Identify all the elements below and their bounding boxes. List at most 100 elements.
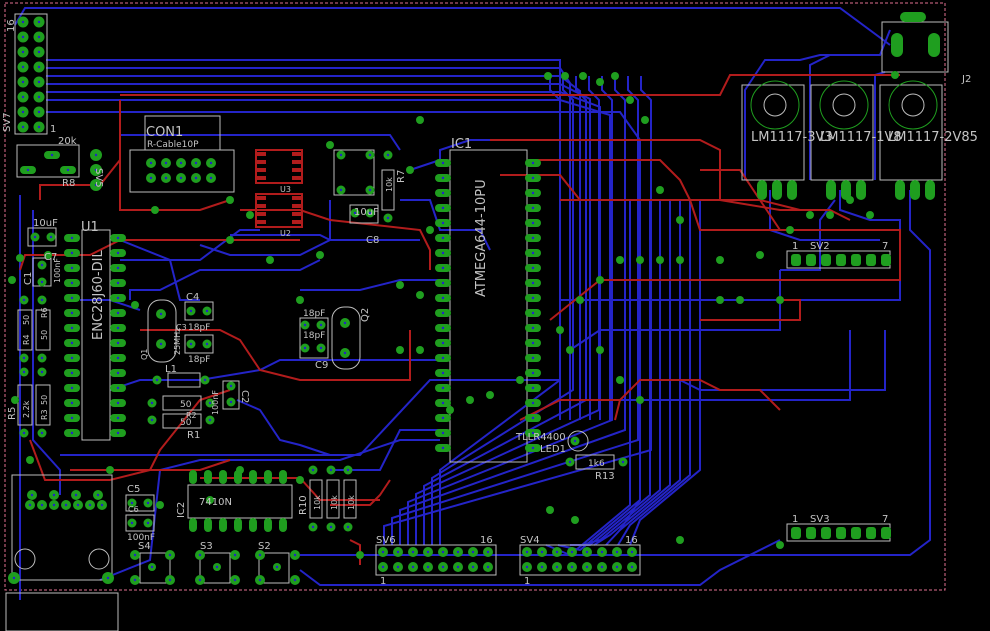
drill xyxy=(21,80,25,84)
pad xyxy=(279,518,287,532)
c9-label: C9 xyxy=(315,360,328,371)
drill xyxy=(116,296,120,300)
drill xyxy=(209,161,213,165)
drill xyxy=(66,168,70,172)
drill xyxy=(26,168,30,172)
rj45-body xyxy=(5,592,119,631)
drill xyxy=(116,281,120,285)
drill xyxy=(22,370,26,374)
drill xyxy=(37,80,41,84)
drill xyxy=(40,298,44,302)
pad xyxy=(189,470,197,484)
drill xyxy=(116,371,120,375)
drill xyxy=(396,565,400,569)
smd-pad xyxy=(292,204,302,208)
drill xyxy=(64,503,68,507)
pad xyxy=(791,527,801,539)
drill xyxy=(50,153,54,157)
drill xyxy=(426,550,430,554)
via xyxy=(636,256,644,264)
drill xyxy=(441,356,445,360)
top-trace xyxy=(700,299,801,321)
drill xyxy=(531,191,535,195)
drill xyxy=(540,565,544,569)
drill xyxy=(531,251,535,255)
r2-value: 50 xyxy=(180,400,192,410)
via xyxy=(486,391,494,399)
via xyxy=(8,276,16,284)
drill xyxy=(130,501,134,505)
drill xyxy=(531,341,535,345)
drill xyxy=(203,378,207,382)
drill xyxy=(531,326,535,330)
drill xyxy=(441,550,445,554)
drill xyxy=(531,386,535,390)
bottom-trace xyxy=(399,76,626,545)
drill xyxy=(52,493,56,497)
drill xyxy=(525,565,529,569)
c1-label: C1 xyxy=(23,272,34,285)
drill xyxy=(116,236,120,240)
drill xyxy=(531,356,535,360)
via xyxy=(576,296,584,304)
r6-value: 50 xyxy=(40,330,49,340)
drill xyxy=(70,401,74,405)
via xyxy=(226,236,234,244)
drill xyxy=(116,311,120,315)
pad xyxy=(891,33,903,57)
drill xyxy=(30,493,34,497)
sv6-pin16: 16 xyxy=(480,535,493,546)
rj45-hole xyxy=(14,548,36,570)
reg1-heatsink-pad xyxy=(750,80,800,130)
pcb-board-view[interactable]: SV7 16 1 20k R8 SV5 CON1 R-Cable10P U3 U… xyxy=(0,0,990,631)
pcb-layout[interactable]: SV7 16 1 20k R8 SV5 CON1 R-Cable10P U3 U… xyxy=(0,0,990,631)
drill xyxy=(70,281,74,285)
u1-label: U1 xyxy=(81,220,99,235)
pad xyxy=(249,518,257,532)
drill xyxy=(471,550,475,554)
drill xyxy=(189,309,193,313)
drill xyxy=(386,153,390,157)
c3-value: 18pF xyxy=(188,355,210,365)
smd-pad xyxy=(256,160,266,164)
pad xyxy=(757,180,767,200)
rj45-hole xyxy=(88,548,110,570)
drill xyxy=(441,251,445,255)
drill xyxy=(319,346,323,350)
smd-pad xyxy=(292,160,302,164)
via xyxy=(326,141,334,149)
via xyxy=(544,72,552,80)
drill xyxy=(70,251,74,255)
drill xyxy=(21,20,25,24)
pad xyxy=(881,254,891,266)
sv6-label: SV6 xyxy=(376,535,396,546)
smd-pad xyxy=(292,196,302,200)
drill xyxy=(70,386,74,390)
drill xyxy=(441,281,445,285)
sv3-label: SV3 xyxy=(810,514,830,525)
drill xyxy=(70,416,74,420)
drill xyxy=(88,503,92,507)
r7-value: 10k xyxy=(385,177,394,192)
drill xyxy=(70,266,74,270)
c2-value: 100nF xyxy=(211,390,220,415)
drill xyxy=(441,386,445,390)
pad xyxy=(910,180,920,200)
smd-pad xyxy=(292,168,302,172)
drill xyxy=(179,161,183,165)
drill xyxy=(116,341,120,345)
sv7-pin16-label: 16 xyxy=(6,19,17,32)
via xyxy=(316,251,324,259)
s3-label: S3 xyxy=(200,541,213,552)
bottom-trace xyxy=(109,359,440,391)
drill xyxy=(441,416,445,420)
via xyxy=(426,226,434,234)
drill xyxy=(441,446,445,450)
drill xyxy=(40,431,44,435)
smd-pad xyxy=(292,220,302,224)
q2-label: Q2 xyxy=(360,308,371,322)
drill xyxy=(33,235,37,239)
drill xyxy=(146,501,150,505)
drill xyxy=(441,266,445,270)
r13-label: R13 xyxy=(595,471,615,482)
